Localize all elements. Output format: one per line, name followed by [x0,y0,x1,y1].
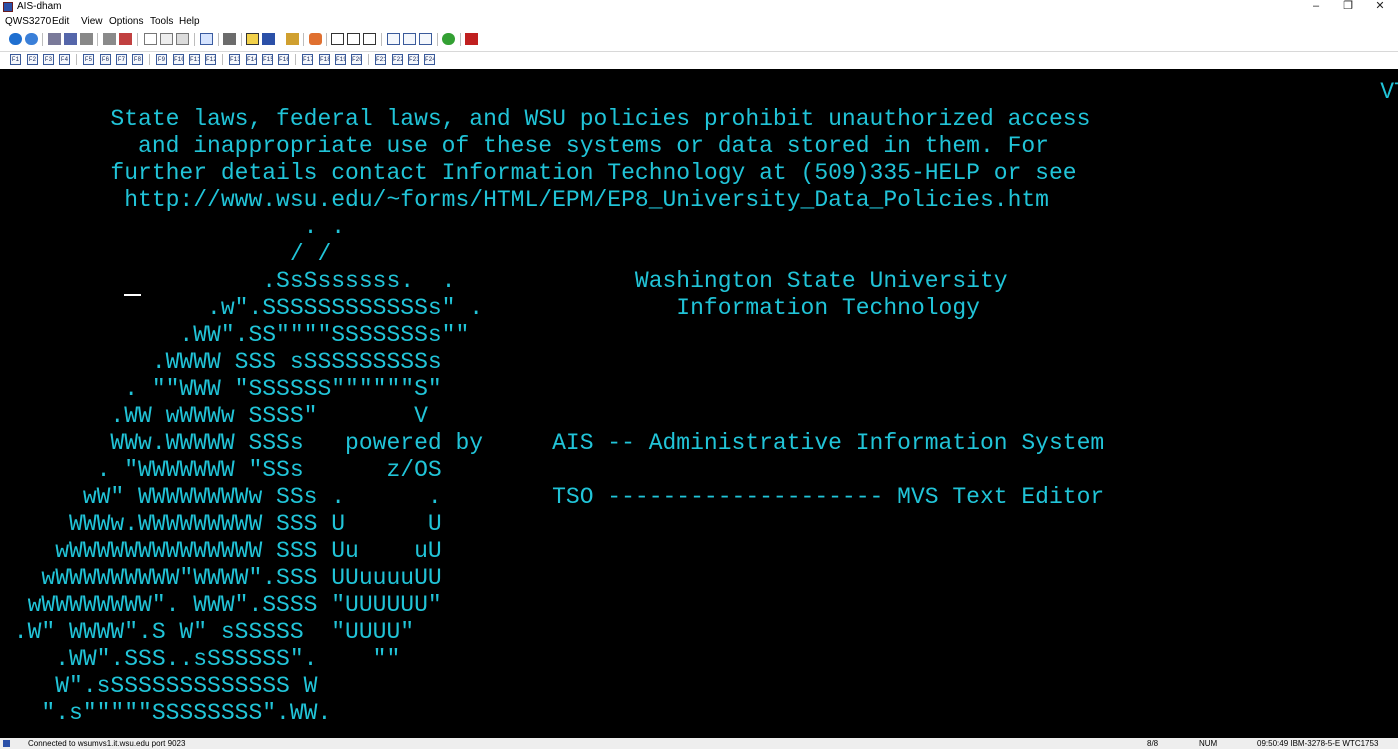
menu-options[interactable]: Options [109,16,143,28]
ascii-art-line: wWWWWWWWWWWWWWW SSS Uu uU [0,538,442,564]
pf-key-button[interactable]: F22 [392,54,403,65]
pf-key-button[interactable]: F8 [132,54,143,65]
policy-notice-line: further details contact Information Tech… [0,160,1077,186]
ascii-art-line: . . [0,214,346,240]
ais-menu-option: WWw.WWWWW SSSs powered by AIS -- Adminis… [0,430,1105,456]
session-info: 09:50:49 IBM-3278-5-E WTC1753 [1257,739,1379,748]
print-icon[interactable] [80,33,93,45]
rec-macro-icon[interactable] [465,33,478,45]
cursor-position: 8/8 [1147,739,1159,748]
copy-icon[interactable] [160,33,173,45]
receive-file-icon[interactable] [64,33,77,45]
ascii-art-line: .WW".SS""""SSSSSSSs"" [0,322,470,348]
field-icon[interactable] [363,33,376,45]
pf-key-button[interactable]: F2 [27,54,38,65]
pf-key-button[interactable]: F5 [83,54,94,65]
text-cursor [124,294,141,296]
ascii-art-line: . "WWWWWWW "SSs z/OS [0,457,442,483]
window-title: AIS-dham [17,1,62,12]
macro-icon[interactable] [223,33,236,45]
menu-help[interactable]: Help [179,16,200,28]
tab-forward-icon[interactable] [347,33,360,45]
close-button[interactable]: ✕ [1366,0,1394,14]
pf-key-button[interactable]: F6 [100,54,111,65]
pf-key-button[interactable]: F21 [375,54,386,65]
policy-notice-line: State laws, federal laws, and WSU polici… [0,106,1091,132]
tso-menu-option: wW" WWWWWWWWw SSs . . TSO --------------… [0,484,1105,510]
pf-key-button[interactable]: F11 [189,54,200,65]
pf-key-button[interactable]: F19 [335,54,346,65]
reset-icon[interactable] [442,33,455,45]
home-icon[interactable] [309,33,322,45]
pf-key-button[interactable]: F13 [229,54,240,65]
ascii-art-line: wWWWWWWWW". WWW".SSSS "UUUUUU" [0,592,442,618]
status-bar: Connected to wsumvs1.it.wsu.edu port 902… [0,738,1398,749]
disconnect-icon[interactable] [25,33,38,45]
ascii-art-line: wWWWWWWWWW"WWWW".SSS UUuuuuUU [0,565,442,591]
ascii-art-line: .WW".SSS..sSSSSSS". "" [0,646,401,672]
tab-back-icon[interactable] [331,33,344,45]
keyboard-map-icon[interactable] [200,33,213,45]
pf-key-button[interactable]: F17 [302,54,313,65]
connection-status-icon [3,740,10,747]
pf-key-button[interactable]: F23 [408,54,419,65]
ascii-art-line: / / [0,241,332,267]
connect-icon[interactable] [9,33,22,45]
app-icon [3,2,13,12]
pf-key-button[interactable]: F16 [278,54,289,65]
ascii-art-line: W".sSSSSSSSSSSSSS W [0,673,318,699]
main-toolbar [0,30,1398,49]
paste-icon[interactable] [176,33,189,45]
pf-key-button[interactable]: F9 [156,54,167,65]
menu-view[interactable]: View [81,16,103,28]
restore-button[interactable]: ❐ [1334,0,1362,14]
screen-id: VTAM010 [0,79,1398,105]
menu-bar: QWS3270 Edit View Options Tools Help [0,15,1398,29]
warning-icon[interactable] [246,33,259,45]
cut-icon[interactable] [144,33,157,45]
print-screen-icon[interactable] [103,33,116,45]
pf-key-button[interactable]: F14 [246,54,257,65]
ascii-art-line: .SsSssssss. . Washington State Universit… [0,268,1008,294]
attention-key-icon[interactable] [387,33,400,45]
pf-key-button[interactable]: F12 [205,54,216,65]
ascii-art-line: . ""WWW "SSSSSS""""""S" [0,376,442,402]
minimize-button[interactable]: – [1302,0,1330,14]
pf-key-button[interactable]: F4 [59,54,70,65]
sysreq-key-icon[interactable] [403,33,416,45]
connection-status: Connected to wsumvs1.it.wsu.edu port 902… [28,739,186,748]
transfer-icon[interactable] [119,33,132,45]
ascii-art-line: WWWw.WWWWWWWWW SSS U U [0,511,442,537]
ascii-art-line: .W" WWWW".S W" sSSSSS "UUUU" [0,619,415,645]
menu-tools[interactable]: Tools [150,16,173,28]
send-file-icon[interactable] [48,33,61,45]
clear-key-icon[interactable] [419,33,432,45]
pf-key-button[interactable]: F10 [173,54,184,65]
menu-edit[interactable]: Edit [52,16,69,28]
script-icon[interactable] [286,33,299,45]
policy-notice-line: and inappropriate use of these systems o… [0,133,1049,159]
pf-key-button[interactable]: F24 [424,54,435,65]
pf-key-button[interactable]: F20 [351,54,362,65]
pf-key-button[interactable]: F7 [116,54,127,65]
record-icon[interactable] [262,33,275,45]
terminal-screen[interactable]: VTAM010 State laws, federal laws, and WS… [0,69,1398,738]
ascii-art-line: .w".SSSSSSSSSSSSs" . Information Technol… [0,295,980,321]
pf-key-toolbar: F1 F2 F3 F4 F5 F6 F7 F8 F9 F10 F11 F12 F… [0,51,1398,68]
command-prompt[interactable]: ".s"""""SSSSSSSS".WW. [0,700,331,727]
policy-url-line: http://www.wsu.edu/~forms/HTML/EPM/EP8_U… [0,187,1049,213]
pf-key-button[interactable]: F18 [319,54,330,65]
num-lock-indicator: NUM [1199,739,1218,748]
menu-qws3270[interactable]: QWS3270 [5,16,51,28]
pf-key-button[interactable]: F3 [43,54,54,65]
ascii-art-line: .WWWW SSS sSSSSSSSSSs [0,349,442,375]
pf-key-button[interactable]: F15 [262,54,273,65]
title-bar: AIS-dham – ❐ ✕ [0,0,1398,14]
pf-key-button[interactable]: F1 [10,54,21,65]
ascii-art-line: .WW wWWWw SSSS" V [0,403,428,429]
